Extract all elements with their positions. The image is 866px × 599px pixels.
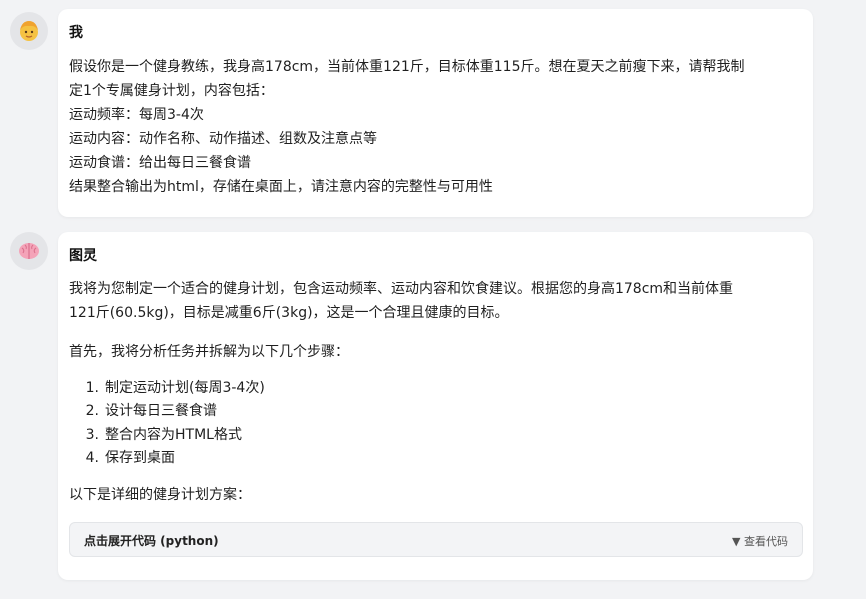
sender-name: 我 <box>69 25 83 41</box>
brain-icon <box>19 243 39 259</box>
list-item-text: 设计每日三餐食谱 <box>105 403 217 419</box>
message-line: 运动频率：每周3-4次 <box>69 107 204 123</box>
view-code-toggle[interactable]: ▼ 查看代码 <box>732 533 788 549</box>
outro-text: 以下是详细的健身计划方案： <box>69 487 251 503</box>
message-line: 结果整合输出为html，存储在桌面上，请注意内容的完整性与可用性 <box>69 179 493 195</box>
message-line: 假设你是一个健身教练，我身高178cm，当前体重121斤，目标体重115斤。想在… <box>69 59 745 75</box>
message-line: 121斤(60.5kg)，目标是减重6斤(3kg)，这是一个合理且健康的目标。 <box>69 305 509 321</box>
list-item-text: 保存到桌面 <box>105 450 175 466</box>
code-block-collapsed[interactable]: 点击展开代码 (python) ▼ 查看代码 <box>69 522 803 557</box>
assistant-message-card: 图灵 我将为您制定一个适合的健身计划，包含运动频率、运动内容和饮食建议。根据您的… <box>58 232 813 580</box>
message-line: 定1个专属健身计划，内容包括： <box>69 83 274 99</box>
sender-name: 图灵 <box>69 248 97 264</box>
list-item-number: 1. <box>85 380 99 396</box>
user-avatar <box>10 12 48 50</box>
list-item-text: 整合内容为HTML格式 <box>105 427 242 443</box>
steps-intro: 首先，我将分析任务并拆解为以下几个步骤： <box>69 344 349 360</box>
code-block-title[interactable]: 点击展开代码 (python) <box>84 532 219 549</box>
list-item-number: 4. <box>85 450 99 466</box>
list-item-number: 2. <box>85 403 99 419</box>
message-line: 我将为您制定一个适合的健身计划，包含运动频率、运动内容和饮食建议。根据您的身高1… <box>69 281 734 297</box>
message-line: 运动食谱：给出每日三餐食谱 <box>69 155 251 171</box>
list-item-number: 3. <box>85 427 99 443</box>
person-emoji-icon <box>20 21 38 41</box>
message-line: 运动内容：动作名称、动作描述、组数及注意点等 <box>69 131 377 147</box>
user-message-card: 我 假设你是一个健身教练，我身高178cm，当前体重121斤，目标体重115斤。… <box>58 9 813 217</box>
chat-thread: 我 假设你是一个健身教练，我身高178cm，当前体重121斤，目标体重115斤。… <box>0 0 866 599</box>
list-item-text: 制定运动计划(每周3-4次) <box>105 380 265 396</box>
assistant-avatar <box>10 232 48 270</box>
